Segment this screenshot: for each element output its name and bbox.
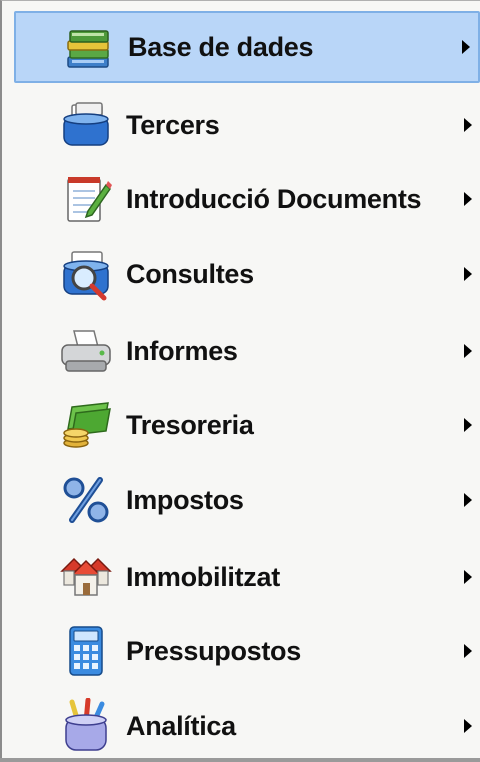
cardfile-icon bbox=[58, 97, 114, 153]
menu-item-introduccio-documents[interactable]: Introducció Documents bbox=[14, 163, 480, 235]
menu-item-label: Base de dades bbox=[128, 31, 314, 62]
percent-icon bbox=[58, 472, 114, 528]
pencil-cup-icon bbox=[58, 698, 114, 754]
menu-item-informes[interactable]: Informes bbox=[14, 315, 480, 387]
submenu-arrow-icon bbox=[464, 192, 472, 206]
menu-item-label: Introducció Documents bbox=[126, 183, 422, 214]
submenu-arrow-icon bbox=[464, 570, 472, 584]
menu-item-label: Immobilitzat bbox=[126, 561, 280, 592]
menu-item-tercers[interactable]: Tercers bbox=[14, 89, 480, 161]
search-cards-icon bbox=[58, 246, 114, 302]
submenu-arrow-icon bbox=[464, 267, 472, 281]
menu-item-analitica[interactable]: Analítica bbox=[14, 690, 480, 762]
menu-item-pressupostos[interactable]: Pressupostos bbox=[14, 615, 480, 687]
submenu-arrow-icon bbox=[464, 719, 472, 733]
menu-item-base-de-dades[interactable]: Base de dades bbox=[14, 11, 480, 83]
menu-item-label: Analítica bbox=[126, 710, 236, 741]
database-books-icon bbox=[60, 19, 116, 75]
submenu-arrow-icon bbox=[464, 344, 472, 358]
menu-item-tresoreria[interactable]: Tresoreria bbox=[14, 389, 480, 461]
printer-icon bbox=[58, 323, 114, 379]
menu-item-impostos[interactable]: Impostos bbox=[14, 464, 480, 536]
submenu-arrow-icon bbox=[464, 644, 472, 658]
menu-item-consultes[interactable]: Consultes bbox=[14, 238, 480, 310]
menu-item-immobilitzat[interactable]: Immobilitzat bbox=[14, 541, 480, 613]
context-menu: Base de dades Tercers Introducció Docume… bbox=[0, 0, 480, 758]
houses-icon bbox=[58, 549, 114, 605]
menu-item-label: Tercers bbox=[126, 109, 220, 140]
money-icon bbox=[58, 397, 114, 453]
notepad-pencil-icon bbox=[58, 171, 114, 227]
submenu-arrow-icon bbox=[464, 418, 472, 432]
submenu-arrow-icon bbox=[464, 118, 472, 132]
menu-item-label: Pressupostos bbox=[126, 635, 301, 666]
submenu-arrow-icon bbox=[462, 40, 470, 54]
menu-item-label: Informes bbox=[126, 335, 238, 366]
submenu-arrow-icon bbox=[464, 493, 472, 507]
menu-item-label: Consultes bbox=[126, 258, 254, 289]
menu-item-label: Tresoreria bbox=[126, 409, 254, 440]
menu-item-label: Impostos bbox=[126, 484, 244, 515]
calculator-icon bbox=[58, 623, 114, 679]
